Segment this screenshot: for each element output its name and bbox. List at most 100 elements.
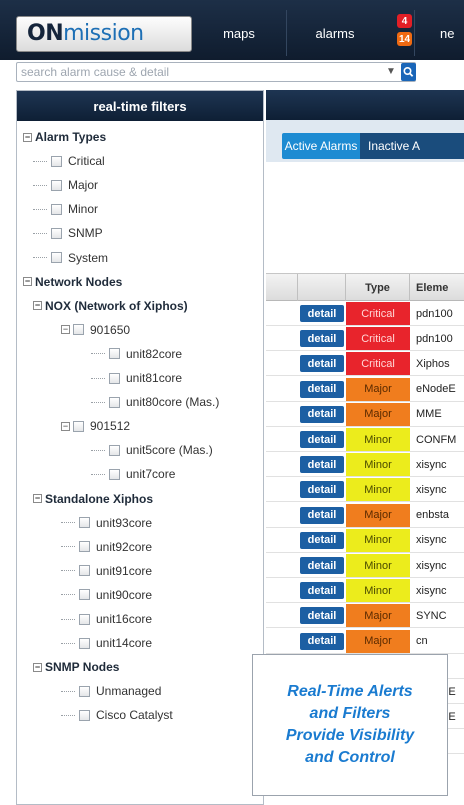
filter-checkbox[interactable] <box>51 227 62 239</box>
tree-item[interactable]: unit90core <box>61 585 152 605</box>
column-header-action[interactable] <box>298 274 346 301</box>
tree-item[interactable]: unit16core <box>61 609 152 629</box>
detail-button[interactable]: detail <box>300 305 344 322</box>
tree-item[interactable]: unit5core (Mas.) <box>91 440 213 460</box>
tree-group[interactable]: − Alarm Types <box>23 127 106 147</box>
alarm-row[interactable]: detail Major cn <box>266 629 464 654</box>
alarm-row[interactable]: detailMajor eNodeE <box>266 377 464 402</box>
filter-checkbox[interactable] <box>79 613 90 625</box>
filter-checkbox[interactable] <box>79 685 90 697</box>
filter-checkbox[interactable] <box>73 420 84 432</box>
element-cell: CONFM <box>416 433 457 446</box>
tree-connector <box>61 570 75 572</box>
alarm-row[interactable]: detail Critical Xiphos <box>266 352 464 377</box>
alarm-row[interactable]: detail Minor CONFM <box>266 428 464 452</box>
column-header-type[interactable]: Type <box>346 274 410 301</box>
alarm-row[interactable]: detail Critical pdn100 <box>266 327 464 352</box>
nav-tab-alarms[interactable]: alarms <box>290 14 410 52</box>
alarm-row[interactable]: detail Major MME <box>266 402 464 427</box>
nav-tab-network[interactable]: ne <box>418 14 464 52</box>
filter-checkbox[interactable] <box>109 444 120 456</box>
filter-checkbox[interactable] <box>51 179 62 191</box>
detail-button[interactable]: detail <box>300 380 344 398</box>
tree-item[interactable]: Unmanaged <box>61 681 161 701</box>
alarm-row[interactable]: detail Minor xisync <box>266 453 464 478</box>
tree-item[interactable]: unit93core <box>61 513 152 533</box>
filter-checkbox[interactable] <box>109 348 120 360</box>
detail-button[interactable]: detail <box>300 607 344 625</box>
chevron-down-icon[interactable]: ▼ <box>386 66 396 77</box>
tree-group[interactable]: − Network Nodes <box>23 272 122 292</box>
tree-item[interactable]: Major <box>33 175 98 195</box>
detail-button[interactable]: detail <box>300 632 344 650</box>
tab-active-alarms[interactable]: Active Alarms <box>282 133 360 159</box>
collapse-icon[interactable]: − <box>61 325 70 335</box>
tree-item[interactable]: unit91core <box>61 561 152 581</box>
alarm-row[interactable]: detail Minor xisync <box>266 554 464 578</box>
severity-badge: Critical <box>346 352 410 376</box>
tree-item[interactable]: − 901512 <box>61 416 130 436</box>
filter-checkbox[interactable] <box>79 637 90 649</box>
tree-group[interactable]: − Standalone Xiphos <box>33 489 153 509</box>
collapse-icon[interactable]: − <box>23 132 32 142</box>
tree-label: Critical <box>68 154 105 169</box>
filter-checkbox[interactable] <box>109 396 120 408</box>
tree-item[interactable]: Critical <box>33 151 105 171</box>
alarm-row[interactable]: detail Critical pdn100 <box>266 302 464 326</box>
severity-badge: Critical <box>346 327 410 351</box>
column-header-element[interactable]: Eleme <box>410 274 464 301</box>
tree-item[interactable]: unit14core <box>61 633 152 653</box>
detail-button[interactable]: detail <box>300 531 344 549</box>
detail-button[interactable]: detail <box>300 481 344 499</box>
detail-button[interactable]: detail <box>300 582 344 600</box>
collapse-icon[interactable]: − <box>33 494 42 503</box>
tree-item[interactable]: SNMP <box>33 223 103 243</box>
search-input[interactable] <box>21 64 381 80</box>
filter-checkbox[interactable] <box>109 372 120 384</box>
tree-item[interactable]: unit92core <box>61 537 152 557</box>
filter-checkbox[interactable] <box>109 468 120 480</box>
filter-checkbox[interactable] <box>79 565 90 577</box>
tab-inactive-alarms[interactable]: Inactive A <box>360 133 464 159</box>
column-header-select[interactable] <box>266 274 298 301</box>
collapse-icon[interactable]: − <box>33 301 42 311</box>
detail-button[interactable]: detail <box>300 506 344 524</box>
tree-group[interactable]: − NOX (Network of Xiphos) <box>33 296 188 316</box>
detail-button[interactable]: detail <box>300 456 344 474</box>
filter-checkbox[interactable] <box>51 155 62 167</box>
tree-item[interactable]: unit82core <box>91 344 182 364</box>
detail-button[interactable]: detail <box>300 431 344 448</box>
alarm-row[interactable]: detail Minor xisync <box>266 528 464 553</box>
tree-connector <box>61 618 75 620</box>
detail-button[interactable]: detail <box>300 330 344 348</box>
filter-checkbox[interactable] <box>79 541 90 553</box>
alarm-row[interactable]: detail Major SYNC <box>266 604 464 629</box>
filter-checkbox[interactable] <box>73 324 84 336</box>
collapse-icon[interactable]: − <box>23 277 32 287</box>
filter-checkbox[interactable] <box>79 709 90 721</box>
filter-checkbox[interactable] <box>79 517 90 529</box>
tree-label: NOX (Network of Xiphos) <box>45 298 188 313</box>
onmission-logo[interactable]: ONmission <box>16 16 192 52</box>
alarm-row[interactable]: detail Minor xisync <box>266 478 464 503</box>
detail-button[interactable]: detail <box>300 557 344 574</box>
tree-item[interactable]: − 901650 <box>61 320 130 340</box>
detail-button[interactable]: detail <box>300 355 344 373</box>
alarm-row[interactable]: detail Minor xisync <box>266 579 464 604</box>
collapse-icon[interactable]: − <box>61 421 70 431</box>
tree-item[interactable]: unit80core (Mas.) <box>91 392 219 412</box>
filter-checkbox[interactable] <box>79 589 90 601</box>
tree-group[interactable]: − SNMP Nodes <box>33 657 119 677</box>
tree-item[interactable]: Cisco Catalyst <box>61 705 173 725</box>
tree-item[interactable]: Minor <box>33 199 98 219</box>
collapse-icon[interactable]: − <box>33 662 42 672</box>
detail-button[interactable]: detail <box>300 405 344 423</box>
tree-item[interactable]: unit7core <box>91 464 175 484</box>
nav-tab-maps[interactable]: maps <box>196 14 282 52</box>
filter-checkbox[interactable] <box>51 203 62 215</box>
tree-item[interactable]: System <box>33 248 108 268</box>
filter-checkbox[interactable] <box>51 252 62 263</box>
alarm-row[interactable]: detail Major enbsta <box>266 503 464 528</box>
tree-item[interactable]: unit81core <box>91 368 182 388</box>
search-button[interactable] <box>401 63 416 81</box>
